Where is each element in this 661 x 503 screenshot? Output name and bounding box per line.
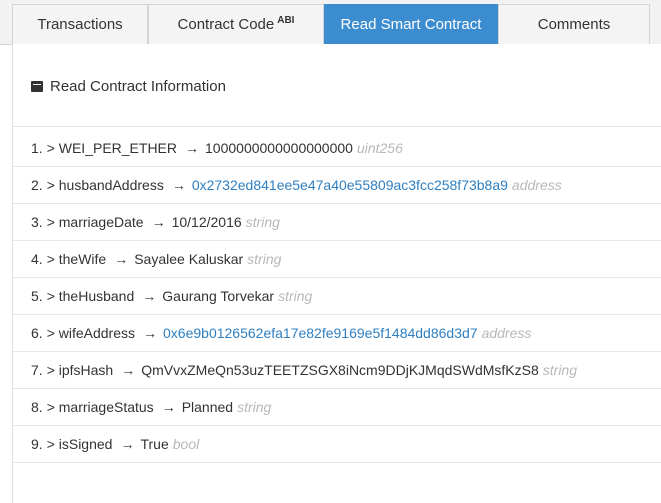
contract-field-row: 9. > isSigned → True bool: [13, 426, 661, 463]
panel-title: Read Contract Information: [31, 78, 226, 95]
field-type: address: [481, 325, 532, 341]
field-value: QmVvxZMeQn53uzTEETZSGX8iNcm9DDjKJMqdSWdM…: [141, 362, 539, 378]
field-value: Sayalee Kaluskar: [134, 251, 244, 267]
arrow-icon: →: [143, 325, 158, 341]
arrow-icon: →: [114, 251, 129, 267]
arrow-icon: →: [120, 436, 135, 452]
tab-label: Comments: [537, 16, 611, 33]
arrow-icon: →: [121, 362, 136, 378]
contract-field-row: 5. > theHusband → Gaurang Torvekar string: [13, 278, 661, 315]
field-name: > husbandAddress: [46, 177, 164, 193]
field-index: 6.: [31, 325, 43, 341]
contract-explorer: Transactions Contract Code ABI Read Smart…: [0, 0, 661, 503]
field-value: Planned: [181, 399, 234, 415]
contract-field-row: 7. > ipfsHash → QmVvxZMeQn53uzTEETZSGX8iNcm…: [13, 352, 661, 389]
contract-field-row: 6. > wifeAddress → 0x6e9b0126562efa17e82fe9…: [13, 315, 661, 352]
abi-badge: ABI: [277, 15, 295, 26]
field-index: 1.: [31, 140, 43, 156]
arrow-icon: →: [185, 140, 200, 156]
arrow-icon: →: [142, 288, 157, 304]
contract-field-row: 2. > husbandAddress → 0x2732ed841ee5e47a40e…: [13, 167, 661, 204]
field-type: string: [542, 362, 577, 378]
field-name: > ipfsHash: [46, 362, 114, 378]
field-type: bool: [172, 436, 200, 452]
field-name: > WEI_PER_ETHER: [46, 140, 178, 156]
field-name: > theHusband: [46, 288, 135, 304]
panel-title-text: Read Contract Information: [50, 78, 226, 95]
tab-comments[interactable]: Comments: [498, 4, 650, 44]
divider: [13, 126, 661, 127]
contract-field-row: 1. > WEI_PER_ETHER → 1000000000000000000 uin…: [13, 130, 661, 167]
tab-read-smart-contract[interactable]: Read Smart Contract: [324, 4, 498, 44]
book-icon: [31, 81, 43, 92]
field-index: 4.: [31, 251, 43, 267]
field-name: > wifeAddress: [46, 325, 136, 341]
tab-label: Contract Code: [177, 16, 275, 33]
field-type: string: [245, 214, 280, 230]
field-value-link[interactable]: 0x2732ed841ee5e47a40e55809ac3fcc258f73b8…: [192, 177, 508, 193]
tab-bar: Transactions Contract Code ABI Read Smart…: [0, 0, 661, 45]
tab-transactions[interactable]: Transactions: [12, 4, 148, 44]
contract-field-row: 8. > marriageStatus → Planned string: [13, 389, 661, 426]
field-value: True: [140, 436, 169, 452]
tab-label: Read Smart Contract: [340, 16, 482, 33]
field-value: 10/12/2016: [171, 214, 242, 230]
field-type: string: [247, 251, 282, 267]
field-name: > isSigned: [46, 436, 113, 452]
tab-contract-code[interactable]: Contract Code ABI: [148, 4, 324, 44]
tab-label: Transactions: [37, 16, 123, 33]
arrow-icon: →: [151, 214, 166, 230]
field-type: string: [237, 399, 272, 415]
field-index: 7.: [31, 362, 43, 378]
field-type: string: [278, 288, 313, 304]
field-index: 9.: [31, 436, 43, 452]
field-name: > theWife: [46, 251, 107, 267]
field-type: uint256: [356, 140, 403, 156]
arrow-icon: →: [161, 399, 176, 415]
field-type: address: [511, 177, 562, 193]
contract-field-row: 3. > marriageDate → 10/12/2016 string: [13, 204, 661, 241]
field-index: 8.: [31, 399, 43, 415]
arrow-icon: →: [171, 177, 186, 193]
field-index: 3.: [31, 214, 43, 230]
field-value: Gaurang Torvekar: [162, 288, 275, 304]
field-index: 2.: [31, 177, 43, 193]
read-contract-panel: Read Contract Information 1. > WEI_PER_ET…: [12, 44, 661, 503]
field-index: 5.: [31, 288, 43, 304]
field-value-link[interactable]: 0x6e9b0126562efa17e82fe9169e5f1484dd86d3…: [163, 325, 478, 341]
field-value: 1000000000000000000: [205, 140, 353, 156]
contract-fields-list: 1. > WEI_PER_ETHER → 1000000000000000000 uin…: [13, 130, 661, 463]
field-name: > marriageStatus: [46, 399, 154, 415]
contract-field-row: 4. > theWife → Sayalee Kaluskar string: [13, 241, 661, 278]
field-name: > marriageDate: [46, 214, 144, 230]
